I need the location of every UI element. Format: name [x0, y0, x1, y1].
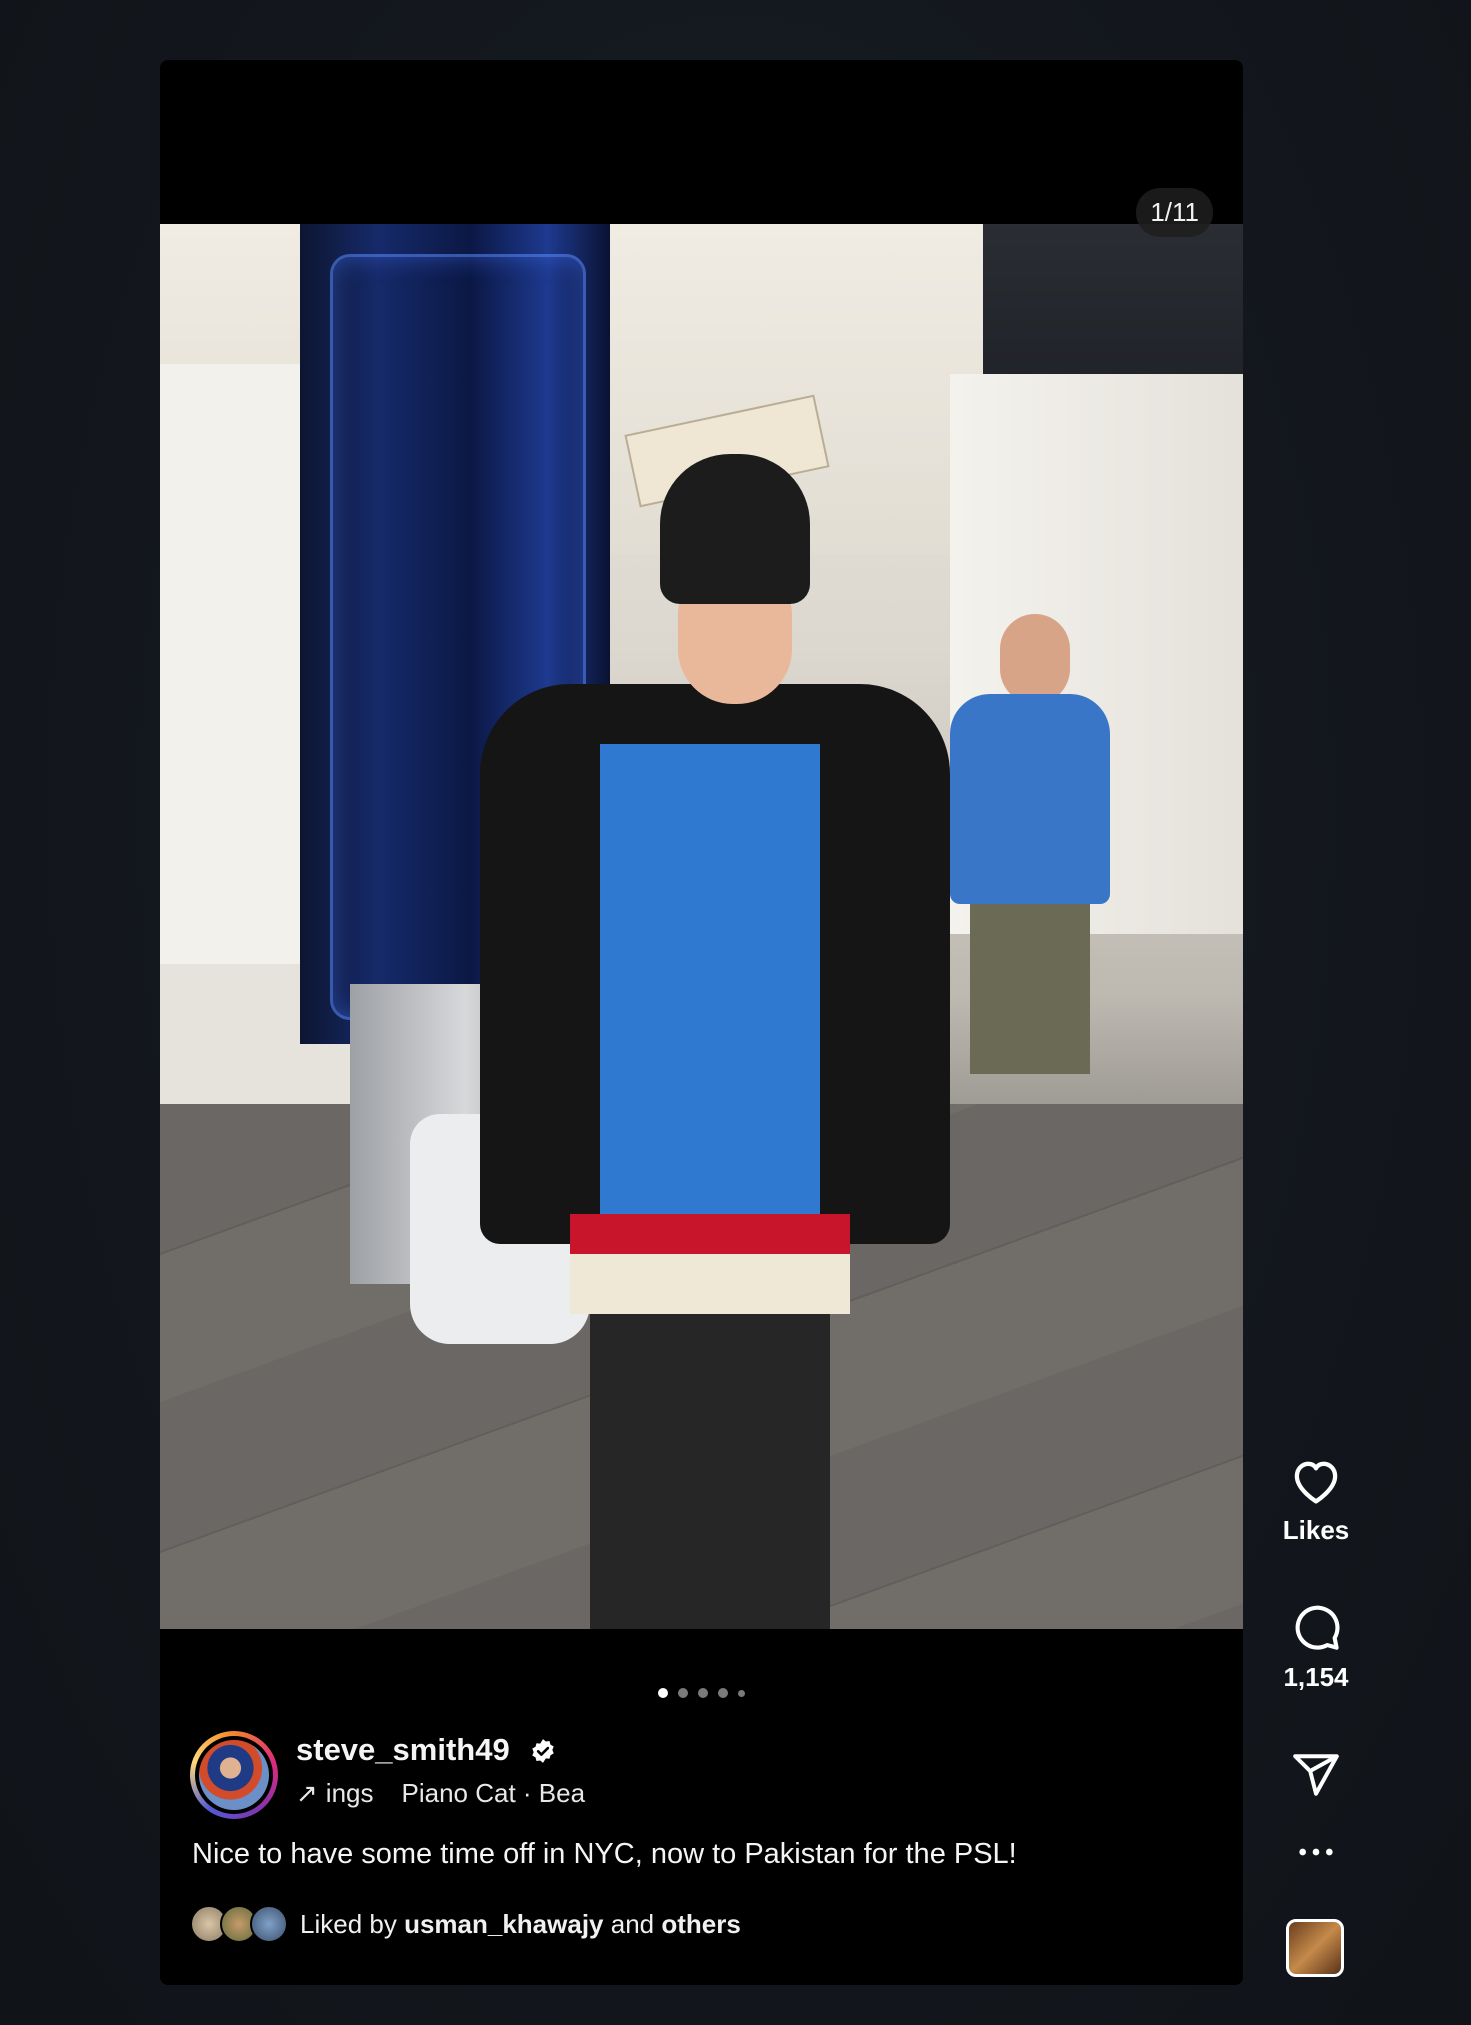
arrow-up-right-icon: ↗ [296, 1778, 318, 1808]
carousel-dot[interactable] [738, 1689, 745, 1697]
liked-by-prefix: Liked by [300, 1908, 397, 1939]
carousel-dot[interactable] [698, 1688, 708, 1698]
post-card: 1/11 steve_smith49 ↗ ings Piano Cat · Be… [160, 60, 1243, 1985]
carousel-dots[interactable] [160, 1688, 1243, 1698]
post-caption: Nice to have some time off in NYC, now t… [192, 1838, 1017, 1870]
photo-subject [410, 454, 950, 1629]
audio-thumbnail[interactable] [1286, 1919, 1344, 1977]
more-action[interactable] [1275, 1840, 1357, 1864]
carousel-dot[interactable] [718, 1688, 728, 1698]
like-action[interactable]: Likes [1275, 1455, 1357, 1546]
liked-by-conjunction: and [610, 1908, 655, 1939]
music-artist: ings [325, 1778, 374, 1808]
comment-action[interactable]: 1,154 [1275, 1600, 1357, 1693]
photo-jersey-stripe-red [570, 1214, 850, 1254]
photo-wall [160, 364, 320, 964]
heart-icon[interactable] [1289, 1455, 1343, 1505]
liker-avatar [250, 1905, 288, 1943]
share-icon[interactable] [1291, 1750, 1341, 1800]
verified-badge-icon [532, 1739, 554, 1763]
likes-label: Likes [1282, 1515, 1350, 1545]
author-avatar[interactable] [190, 1731, 278, 1819]
photo-background-fan [950, 604, 1110, 1074]
photo-beanie [660, 454, 810, 604]
comments-count: 1,154 [1283, 1662, 1349, 1692]
liked-by-user[interactable]: usman_khawajy [404, 1909, 603, 1939]
carousel-counter: 1/11 [1136, 188, 1213, 237]
carousel-dot[interactable] [658, 1688, 668, 1698]
author-username[interactable]: steve_smith49 [296, 1732, 510, 1768]
more-icon[interactable] [1296, 1840, 1336, 1864]
carousel-dot[interactable] [678, 1688, 688, 1698]
photo-pants [590, 1314, 830, 1629]
liked-by-others[interactable]: others [661, 1909, 740, 1939]
liked-by-row[interactable]: Liked by usman_khawajy and others [190, 1904, 741, 1944]
post-photo[interactable] [160, 224, 1243, 1629]
music-track: Piano Cat · Bea [401, 1778, 586, 1808]
comment-icon[interactable] [1290, 1600, 1342, 1652]
share-action[interactable] [1275, 1750, 1357, 1800]
music-info[interactable]: ↗ ings Piano Cat · Bea [296, 1778, 585, 1809]
photo-jersey-stripe-cream [570, 1254, 850, 1314]
